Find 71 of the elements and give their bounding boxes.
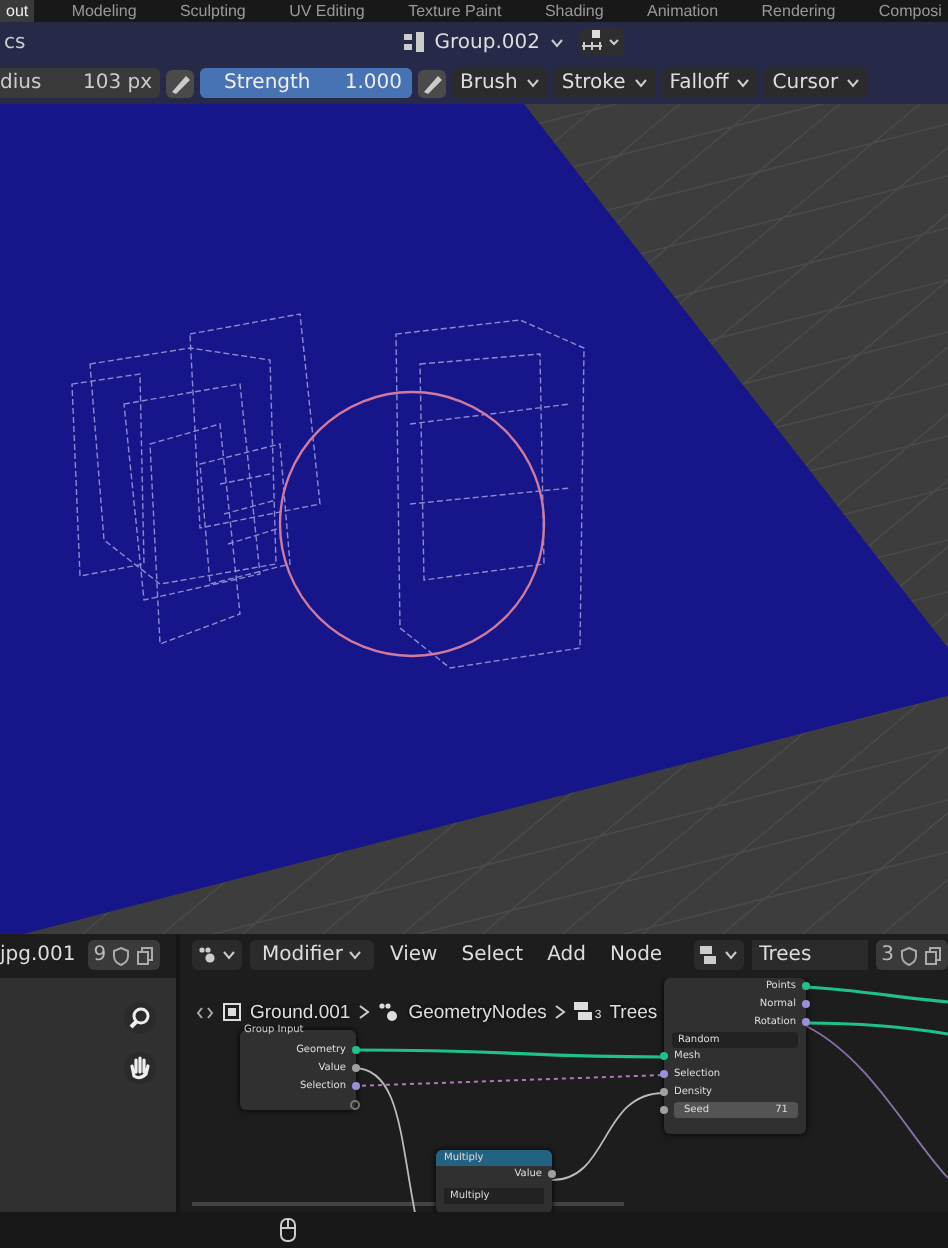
workspace-tab[interactable]: Sculpting [173, 0, 252, 22]
menu-item[interactable]: Add [539, 944, 594, 967]
editor-type-dropdown[interactable] [192, 940, 242, 971]
breadcrumb[interactable]: GeometryNodes [408, 1001, 547, 1024]
caret-icon [846, 78, 861, 89]
copy-icon [136, 945, 155, 966]
socket-dot[interactable] [802, 1018, 810, 1027]
caret-icon [736, 78, 751, 89]
workspace-tab[interactable]: Animation [641, 0, 725, 22]
node-tree-type-dropdown[interactable] [693, 940, 744, 971]
image-name: jpg.001 [0, 944, 76, 967]
socket-dot[interactable] [802, 982, 810, 991]
caret-icon [633, 78, 648, 89]
node-link [551, 1091, 665, 1180]
object-icon [222, 1002, 242, 1023]
pressure-pen-icon[interactable] [166, 69, 194, 98]
popover-dropdown[interactable]: Brush [452, 68, 548, 99]
socket-dot[interactable] [660, 1106, 668, 1115]
header-label: cs [4, 31, 26, 54]
popover-dropdown[interactable]: Falloff [661, 68, 759, 99]
socket-dot[interactable] [352, 1082, 360, 1091]
breadcrumb[interactable]: Ground.001 [250, 1001, 351, 1024]
workspace-tab[interactable]: Composi [872, 0, 948, 22]
socket-dot[interactable] [548, 1170, 556, 1179]
geometry-nodes-icon [378, 1002, 401, 1023]
menu-item[interactable]: Select [453, 944, 532, 967]
socket-dot[interactable] [350, 1099, 360, 1110]
caret-icon [525, 78, 540, 89]
strength-slider[interactable]: Strength 1.000 [200, 68, 412, 99]
users-count-field[interactable]: 9 [87, 940, 161, 971]
hand-icon[interactable] [124, 1051, 156, 1084]
group-dropdown[interactable]: Group.002 [396, 27, 572, 58]
workspace-tab[interactable]: Shading [538, 0, 610, 22]
workspace-tab[interactable]: Modeling [65, 0, 143, 22]
node-tree-icon [404, 32, 425, 53]
geometry-nodes-icon [198, 946, 218, 965]
socket-dot[interactable] [660, 1070, 668, 1079]
socket-dot[interactable] [352, 1064, 360, 1073]
caret-icon [550, 37, 564, 48]
workspace-tab[interactable]: out [0, 0, 35, 22]
node-group-icon [699, 946, 720, 965]
pressure-pen-icon[interactable] [418, 69, 446, 98]
shield-icon [112, 945, 131, 966]
menu-item[interactable]: View [382, 944, 446, 967]
caret-icon [348, 950, 362, 961]
popover-dropdown[interactable]: Cursor [764, 68, 869, 99]
mouse-icon [280, 1218, 296, 1243]
socket-dot[interactable] [660, 1088, 668, 1097]
node-group-field[interactable]: Trees [751, 940, 868, 971]
menu-item[interactable]: Node [601, 944, 671, 967]
socket-dot[interactable] [660, 1052, 668, 1061]
chevron-icon [554, 1004, 567, 1021]
socket-dot[interactable] [802, 1000, 810, 1009]
mode-dropdown[interactable]: Modifier [250, 940, 374, 971]
snap-dropdown-icon[interactable] [580, 28, 624, 57]
chevron-icon [358, 1004, 371, 1021]
socket-dot[interactable] [352, 1046, 360, 1055]
workspace-tab[interactable]: Rendering [755, 0, 842, 22]
caret-icon [723, 950, 738, 961]
workspace-tab[interactable]: Texture Paint [402, 0, 508, 22]
shield-icon [900, 945, 918, 966]
radius-field[interactable]: dius 103 px [0, 68, 160, 99]
popover-dropdown[interactable]: Stroke [553, 68, 656, 99]
node-group-icon [574, 1002, 595, 1023]
nav-arrows-icon[interactable] [196, 1005, 214, 1020]
caret-icon [222, 950, 236, 961]
users-count-field[interactable]: 3 [875, 940, 948, 971]
breadcrumb[interactable]: Trees [609, 1001, 658, 1024]
copy-icon [924, 945, 942, 966]
zoom-icon[interactable] [124, 1001, 156, 1034]
workspace-tab[interactable]: UV Editing [283, 0, 371, 22]
